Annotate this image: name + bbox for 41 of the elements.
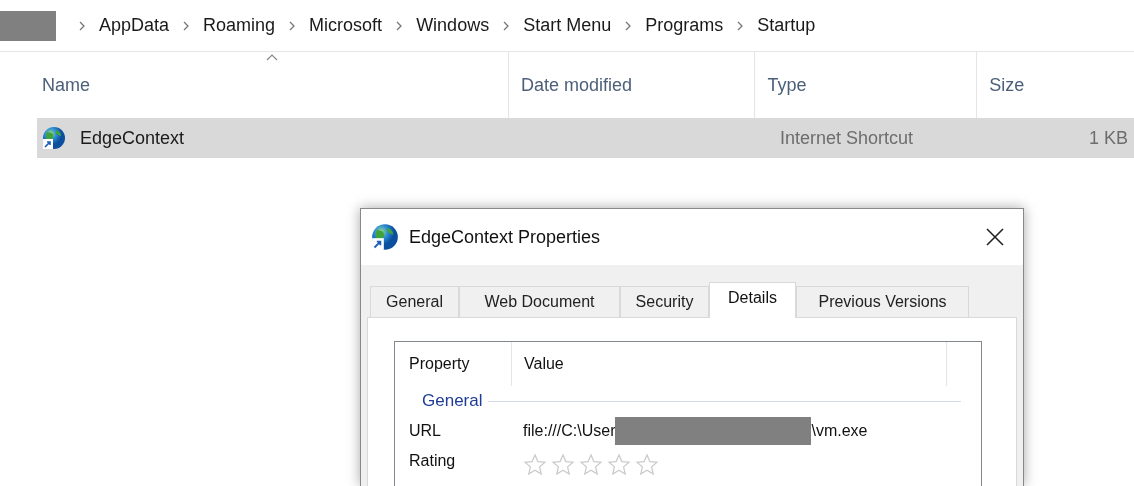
column-header[interactable]: Property (395, 342, 511, 386)
breadcrumb-item[interactable]: Startup (756, 12, 817, 39)
chevron-icon (624, 20, 633, 31)
file-name: EdgeContext (80, 126, 185, 150)
breadcrumb-item[interactable]: Start Menu (522, 12, 613, 39)
chevron-icon (78, 20, 86, 31)
tab[interactable]: Previous Versions (796, 286, 969, 317)
star-icon[interactable] (635, 453, 659, 477)
column-header[interactable]: Name (37, 52, 508, 118)
breadcrumb-item[interactable]: Programs (644, 12, 725, 39)
tab[interactable]: General (370, 286, 459, 317)
file-row[interactable]: EdgeContext Internet Shortcut 1 KB (37, 118, 1134, 158)
breadcrumb-item[interactable]: AppData (98, 12, 171, 39)
tab[interactable]: Web Document (459, 286, 620, 317)
redaction-bar (0, 10, 56, 41)
chevron-icon (395, 20, 404, 31)
property-label: Rating (408, 451, 457, 471)
sort-caret-icon (266, 54, 279, 61)
file-type: Internet Shortcut (780, 127, 914, 148)
breadcrumb-item[interactable]: Roaming (202, 12, 277, 39)
star-icon[interactable] (551, 453, 575, 477)
property-label: URL (408, 421, 442, 441)
property-value: \vm.exe (811, 421, 868, 441)
group-label: General (422, 390, 483, 413)
chevron-icon (288, 20, 297, 31)
property-value: file:///C:\User (523, 421, 616, 441)
chevron-icon (182, 20, 191, 31)
column-header[interactable]: Value (511, 342, 947, 386)
tab[interactable]: Security (620, 286, 709, 317)
star-icon[interactable] (523, 453, 547, 477)
chevron-icon (502, 20, 511, 31)
breadcrumb-item[interactable]: Windows (415, 12, 491, 39)
tab[interactable]: Details (709, 282, 796, 318)
breadcrumb-item[interactable]: Microsoft (308, 12, 384, 39)
star-icon[interactable] (579, 453, 603, 477)
internet-shortcut-icon (371, 223, 399, 251)
file-size: 1 KB (1088, 127, 1128, 148)
internet-shortcut-icon (42, 126, 66, 150)
chevron-icon (736, 20, 745, 31)
dialog-title: EdgeContext Properties (409, 225, 601, 249)
star-icon[interactable] (607, 453, 631, 477)
